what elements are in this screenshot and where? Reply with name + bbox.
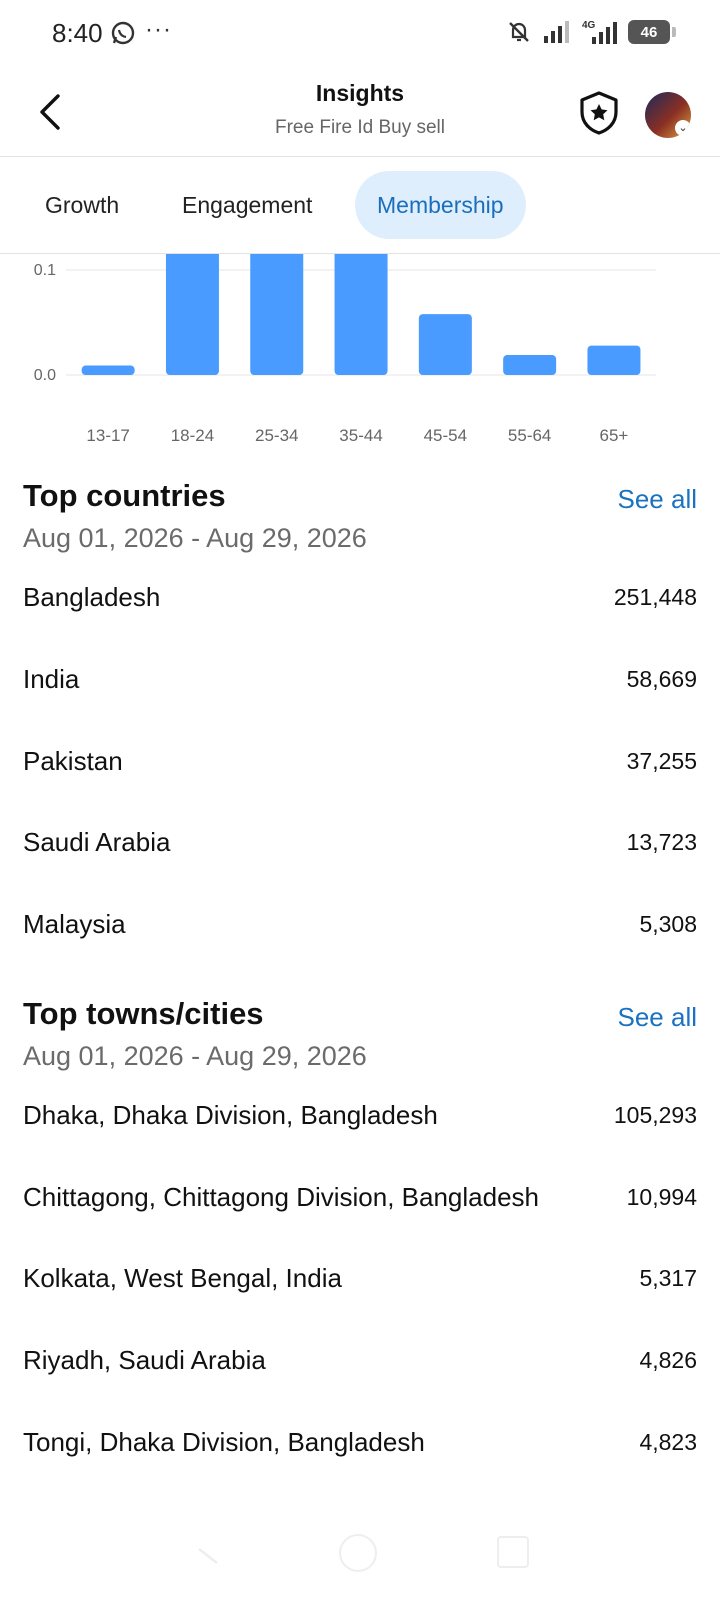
city-name: Chittagong, Chittagong Division, Banglad… — [23, 1182, 540, 1212]
page-title: Insights — [315, 80, 405, 106]
svg-text:4G: 4G — [582, 20, 596, 31]
nav-home-icon[interactable] — [339, 1534, 377, 1572]
tab-membership[interactable]: Membership — [355, 171, 526, 239]
city-value: 4,826 — [639, 1347, 697, 1373]
app-bar: Insights Free Fire Id Buy sell ⌄ — [0, 70, 720, 157]
bar — [250, 254, 304, 375]
avatar[interactable]: ⌄ — [645, 92, 691, 138]
country-value: 5,308 — [639, 911, 697, 937]
top-cities-date-range: Aug 01, 2026 - Aug 29, 2026 — [23, 1041, 367, 1071]
top-countries-date-range: Aug 01, 2026 - Aug 29, 2026 — [23, 523, 367, 553]
status-time: 8:40 — [52, 18, 103, 48]
bar — [334, 254, 388, 375]
country-name: Saudi Arabia — [23, 827, 171, 857]
y-tick-label: 0.1 — [34, 262, 56, 279]
system-nav-bar — [0, 1520, 720, 1600]
page-subtitle: Free Fire Id Buy sell — [275, 117, 445, 138]
signal-4g-icon: 4G — [582, 20, 617, 44]
country-name: Pakistan — [23, 746, 123, 776]
x-tick-label: 55-64 — [508, 426, 551, 445]
country-value: 58,669 — [626, 666, 697, 692]
country-name: India — [23, 664, 80, 694]
bar — [81, 365, 135, 375]
nav-recents-icon[interactable] — [497, 1536, 529, 1568]
top-countries-see-all-link[interactable]: See all — [618, 484, 698, 515]
x-tick-label: 25-34 — [255, 426, 298, 445]
back-arrow-icon[interactable] — [34, 90, 70, 134]
city-value: 105,293 — [613, 1102, 697, 1128]
city-value: 5,317 — [639, 1265, 697, 1291]
city-name: Kolkata, West Bengal, India — [23, 1263, 342, 1293]
country-value: 13,723 — [626, 829, 697, 855]
more-notifications-icon: ··· — [145, 16, 172, 43]
status-bar: 8:40 ··· 4G 46 — [0, 0, 720, 70]
bar — [165, 254, 219, 375]
tab-bar: Growth Engagement Membership — [0, 157, 720, 254]
battery-icon: 46 — [628, 20, 676, 44]
x-tick-label: 13-17 — [86, 426, 129, 445]
country-value: 251,448 — [613, 584, 697, 610]
city-name: Riyadh, Saudi Arabia — [23, 1345, 266, 1375]
tab-growth[interactable]: Growth — [23, 171, 141, 239]
bar — [503, 355, 557, 375]
city-value: 10,994 — [626, 1184, 697, 1210]
x-tick-label: 65+ — [600, 426, 629, 445]
signal-icon — [544, 21, 569, 43]
tab-engagement[interactable]: Engagement — [160, 171, 334, 239]
top-cities-see-all-link[interactable]: See all — [618, 1002, 698, 1033]
city-value: 4,823 — [639, 1429, 697, 1455]
x-tick-label: 35-44 — [339, 426, 382, 445]
nav-back-icon[interactable] — [195, 1537, 223, 1565]
x-tick-label: 18-24 — [171, 426, 214, 445]
city-name: Tongi, Dhaka Division, Bangladesh — [23, 1427, 425, 1457]
country-name: Bangladesh — [23, 582, 161, 612]
bar — [587, 345, 641, 375]
header-title-block: Insights Free Fire Id Buy sell — [160, 80, 560, 139]
top-cities-title: Top towns/cities — [23, 996, 264, 1031]
y-tick-label: 0.0 — [34, 367, 56, 384]
country-name: Malaysia — [23, 909, 126, 939]
bar — [418, 314, 472, 375]
country-value: 37,255 — [626, 748, 697, 774]
shield-star-icon[interactable] — [578, 90, 620, 136]
chevron-down-icon: ⌄ — [675, 120, 691, 136]
battery-level: 46 — [640, 23, 658, 41]
whatsapp-icon — [111, 21, 135, 45]
mute-icon — [509, 22, 529, 42]
x-tick-label: 45-54 — [424, 426, 467, 445]
city-name: Dhaka, Dhaka Division, Bangladesh — [23, 1100, 438, 1130]
age-bar-chart: 0.1 0.0 13-17 18-24 25-34 35-44 45-54 55-64 65+ — [34, 254, 656, 445]
top-countries-title: Top countries — [23, 478, 226, 513]
